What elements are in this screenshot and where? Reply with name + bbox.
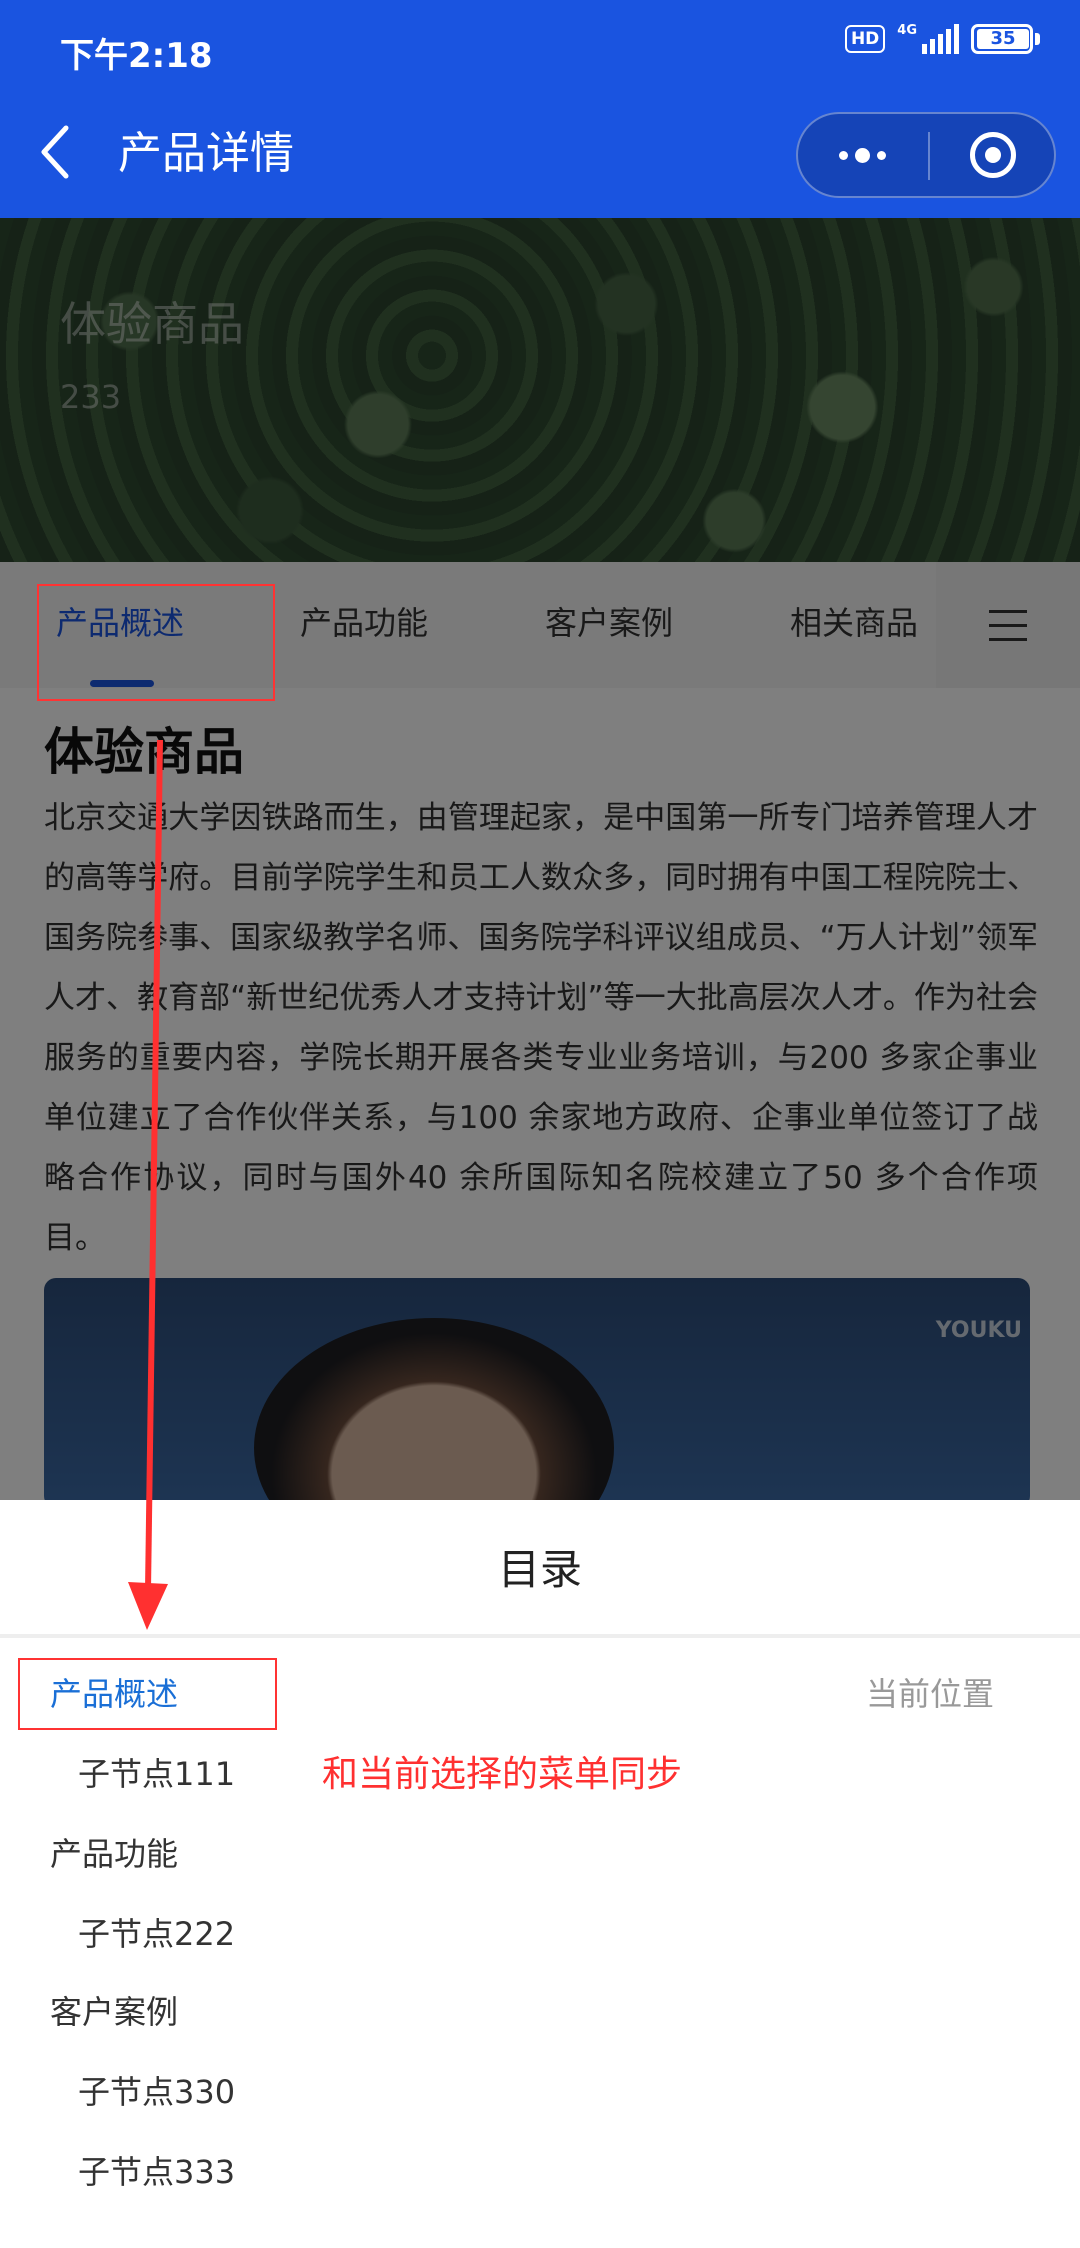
mini-program-capsule [796,112,1056,198]
toc-item-cases[interactable]: 客户案例 [50,1988,178,2036]
top-header: 下午2:18 HD 4G 35 产品详情 [0,0,1080,218]
toc-item-child-222[interactable]: 子节点222 [78,1910,235,1958]
close-button[interactable] [930,114,1056,196]
status-time: 下午2:18 [60,36,213,76]
toc-item-child-330[interactable]: 子节点330 [78,2068,235,2116]
modal-overlay[interactable] [0,218,1080,1500]
hd-icon: HD [844,25,886,53]
more-button[interactable] [798,114,926,196]
target-circle-icon [970,132,1016,178]
toc-divider [0,1634,1080,1638]
signal-icon: 4G [897,24,959,54]
toc-sheet: 目录 产品概述 当前位置 子节点111 产品功能 子节点222 客户案例 子节点… [0,1500,1080,2248]
toc-item-child-111[interactable]: 子节点111 [78,1750,235,1798]
annotation-note: 和当前选择的菜单同步 [322,1754,683,1795]
back-button[interactable] [36,120,80,184]
annotation-box-toc [18,1658,277,1730]
toc-item-features[interactable]: 产品功能 [50,1830,178,1878]
network-type-label: 4G [897,23,917,38]
status-icons: HD 4G 35 [844,24,1040,54]
more-dots-icon [838,150,848,160]
chevron-left-icon [41,125,69,179]
battery-icon: 35 [971,24,1040,54]
battery-level: 35 [977,29,1029,49]
toc-item-child-333[interactable]: 子节点333 [78,2148,235,2196]
annotation-box-tab [37,584,275,701]
page-title: 产品详情 [118,128,294,179]
toc-current-position: 当前位置 [866,1675,995,1713]
toc-title: 目录 [497,1545,582,1594]
